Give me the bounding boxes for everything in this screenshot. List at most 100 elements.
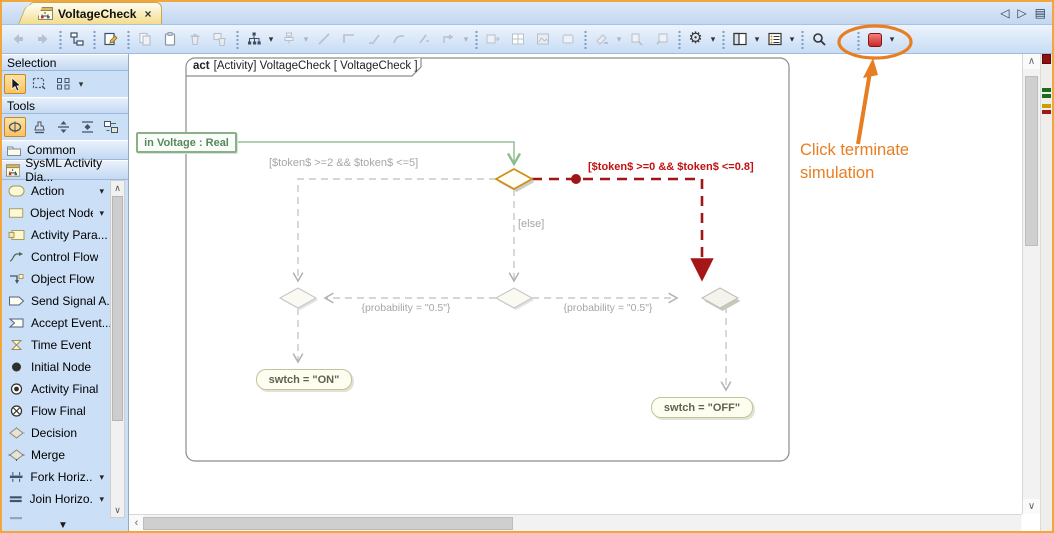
palette-scroll-up-icon[interactable]: ∧	[111, 181, 124, 195]
decision-icon	[9, 427, 25, 439]
probability-label-right[interactable]: {probability = "0.5"}	[553, 302, 663, 314]
windows-dropdown-icon[interactable]: ▾	[752, 34, 762, 45]
flow-final-icon	[10, 405, 23, 417]
selection-dropdown-icon[interactable]: ▾	[76, 79, 86, 90]
palette-section-tools[interactable]: Tools	[2, 97, 128, 114]
dropdown-icon[interactable]: ▾	[99, 208, 104, 219]
tab-scroll-left-icon[interactable]: ◁	[1000, 6, 1009, 20]
probability-label-left[interactable]: {probability = "0.5"}	[351, 302, 461, 314]
make-same-size-button[interactable]	[481, 28, 504, 51]
draw-oblique-line-button[interactable]	[362, 28, 385, 51]
group-select-button[interactable]	[52, 74, 74, 94]
options-dropdown-icon[interactable]: ▾	[708, 34, 718, 45]
tab-close-icon[interactable]: ×	[144, 7, 151, 21]
marker-yellow[interactable]	[1042, 104, 1051, 108]
copy-button[interactable]	[133, 28, 156, 51]
insert-image-button[interactable]	[531, 28, 554, 51]
containment-tree-button[interactable]	[65, 28, 88, 51]
canvas-scroll-down-icon[interactable]: ∨	[1023, 499, 1040, 514]
toolbar-separator	[854, 29, 861, 50]
show-grid-button[interactable]	[506, 28, 529, 51]
curved-line-icon	[392, 35, 404, 44]
canvas-vertical-scrollbar[interactable]: ∧ ∨	[1022, 54, 1040, 514]
draw-diagonal-line-button[interactable]	[312, 28, 335, 51]
tab-voltagecheck[interactable]: VoltageCheck ×	[29, 2, 163, 24]
compress-vertical-button[interactable]	[76, 117, 98, 137]
palette-folder-sysml-activity[interactable]: SysML Activity Dia...	[2, 156, 128, 184]
activity-parameter-node[interactable]: in Voltage : Real	[136, 132, 237, 153]
dropdown-icon[interactable]: ▾	[99, 472, 104, 483]
draw-curved-line-button[interactable]	[387, 28, 410, 51]
trace-tool-button[interactable]	[4, 117, 26, 137]
toolbar-separator	[56, 29, 63, 49]
terminate-simulation-button[interactable]	[863, 28, 886, 51]
terminate-dropdown-icon[interactable]: ▾	[887, 34, 897, 45]
compress-vertical-icon	[81, 121, 93, 133]
select-cursor-button[interactable]	[4, 74, 26, 94]
reroute-path-button[interactable]	[437, 28, 460, 51]
search-button[interactable]	[807, 28, 830, 51]
painter-dropdown-icon[interactable]: ▾	[614, 34, 624, 45]
guard-label-token-active[interactable]: [$token$ >=0 && $token$ <=0.8]	[588, 161, 754, 173]
marker-red[interactable]	[1042, 54, 1051, 64]
dropdown-icon[interactable]: ▾	[99, 494, 104, 505]
canvas-scroll-left-icon[interactable]: ‹	[129, 515, 144, 531]
align-button[interactable]	[277, 28, 300, 51]
palette-more-icon[interactable]: ▼	[52, 520, 74, 531]
canvas-horizontal-scrollbar[interactable]: ‹ ›	[129, 514, 1036, 531]
group-select-icon	[56, 78, 69, 90]
palette-item-label: Decision	[31, 426, 78, 440]
toolbar-separator	[581, 29, 588, 49]
tab-scroll-right-icon[interactable]: ▷	[1017, 6, 1026, 20]
back-button[interactable]	[6, 28, 29, 51]
palette-scrollbar[interactable]: ∧ ∨	[110, 180, 125, 518]
canvas-hscroll-thumb[interactable]	[143, 517, 513, 530]
image-icon	[536, 33, 549, 45]
palette-item-label: Time Event	[31, 338, 92, 352]
align-dropdown-icon[interactable]: ▾	[301, 34, 311, 45]
distribute-vertical-button[interactable]	[52, 117, 74, 137]
marquee-select-button[interactable]	[28, 74, 50, 94]
paste-format-button[interactable]	[650, 28, 673, 51]
marker-dark-red[interactable]	[1042, 110, 1051, 114]
guard-label-left[interactable]: [$token$ >=2 && $token$ <=5]	[269, 157, 418, 169]
toolbar-separator	[233, 29, 240, 49]
palette-scroll-down-icon[interactable]: ∨	[111, 503, 124, 517]
copy-format-button[interactable]	[625, 28, 648, 51]
diagram-drawing-area[interactable]: act [Activity] VoltageCheck [ VoltageChec…	[129, 54, 1022, 514]
marker-green[interactable]	[1042, 88, 1051, 92]
paste-button[interactable]	[158, 28, 181, 51]
guard-label-else[interactable]: [else]	[518, 218, 544, 230]
stamp-tool-button[interactable]	[28, 117, 50, 137]
marker-green[interactable]	[1042, 94, 1051, 98]
delete-from-diagram-button[interactable]	[208, 28, 231, 51]
activity-final-icon	[10, 383, 23, 395]
copy-icon	[138, 32, 151, 46]
show-list-button[interactable]	[763, 28, 786, 51]
swap-elements-button[interactable]	[100, 117, 122, 137]
action-switch-on[interactable]: swtch = "ON"	[256, 369, 352, 390]
list-dropdown-icon[interactable]: ▾	[787, 34, 797, 45]
palette-section-selection[interactable]: Selection	[2, 54, 128, 71]
format-painter-button[interactable]	[590, 28, 613, 51]
layout-dropdown-icon[interactable]: ▾	[266, 34, 276, 45]
show-windows-button[interactable]	[728, 28, 751, 51]
draw-mixed-line-button[interactable]	[412, 28, 435, 51]
reroute-dropdown-icon[interactable]: ▾	[461, 34, 471, 45]
forward-button[interactable]	[31, 28, 54, 51]
canvas-vscroll-thumb[interactable]	[1025, 76, 1038, 246]
layout-tree-button[interactable]	[242, 28, 265, 51]
grid-icon	[511, 33, 524, 45]
diagram-options-button[interactable]: ⚙	[684, 28, 707, 51]
show-shape-button[interactable]	[556, 28, 579, 51]
palette-scrollbar-thumb[interactable]	[112, 196, 123, 421]
back-icon	[13, 34, 23, 44]
tab-list-icon[interactable]: ▤	[1035, 6, 1046, 20]
delete-button[interactable]	[183, 28, 206, 51]
canvas-scroll-up-icon[interactable]: ∧	[1023, 54, 1040, 69]
dropdown-icon[interactable]: ▾	[99, 186, 104, 197]
diagram-properties-button[interactable]	[99, 28, 122, 51]
action-switch-off[interactable]: swtch = "OFF"	[651, 397, 753, 418]
draw-rectilinear-line-button[interactable]	[337, 28, 360, 51]
diagram-canvas[interactable]: act [Activity] VoltageCheck [ VoltageChec…	[128, 54, 1052, 531]
